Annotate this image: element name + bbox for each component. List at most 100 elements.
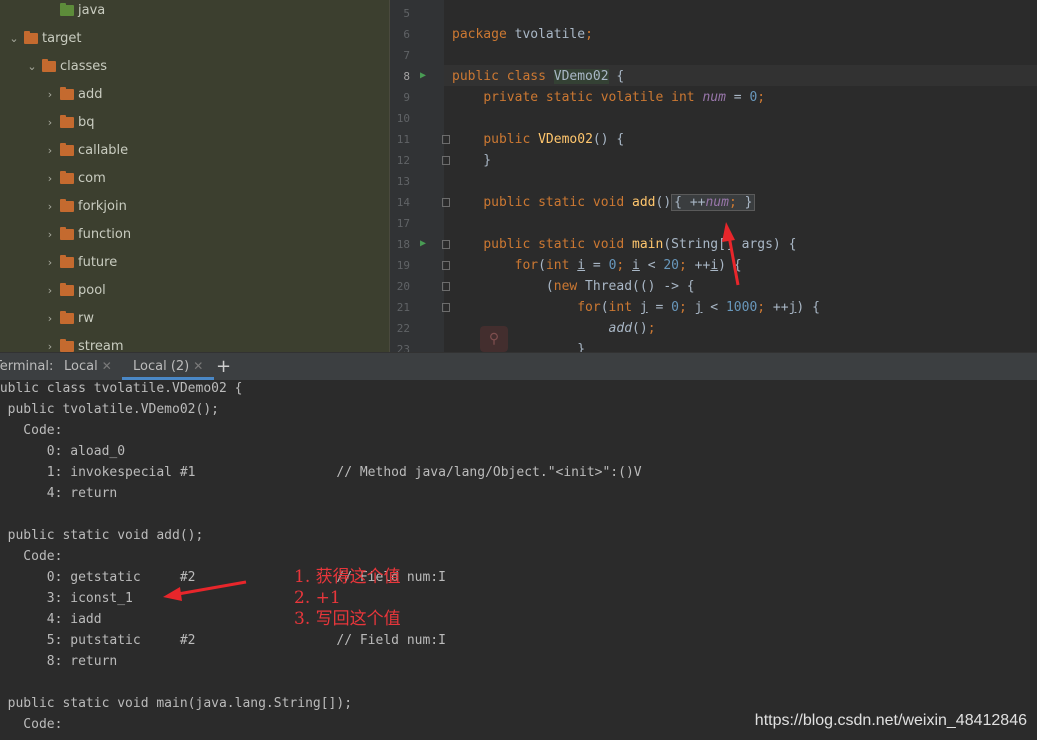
search-icon[interactable]: ⚲ [480,326,508,352]
tree-item-callable[interactable]: › callable [0,136,389,164]
line-number: 19 [396,259,410,272]
tab-local[interactable]: Local ✕ [64,353,112,380]
terminal-line: 5: putstatic #2 // Field num:I [0,633,446,648]
line-number: 23 [396,343,410,352]
tree-item-pool[interactable]: › pool [0,276,389,304]
chevron-right-icon[interactable]: › [44,228,56,241]
line-number: 6 [403,28,410,41]
close-icon[interactable]: ✕ [193,359,203,373]
close-icon[interactable]: ✕ [102,359,112,373]
code-line: package tvolatile; [452,27,593,42]
tree-item-label: callable [78,142,129,158]
folder-icon [60,310,74,324]
line-number: 20 [396,280,410,293]
code-line: } [452,342,586,352]
line-number: 18 [396,238,410,251]
add-tab-button[interactable]: + [216,353,231,380]
tree-item-label: stream [78,338,124,353]
chevron-down-icon[interactable]: ⌄ [8,32,20,45]
code-line: public static void main(String[] args) { [483,237,797,252]
tree-item-future[interactable]: › future [0,248,389,276]
code-line: } [452,153,492,168]
tree-item-forkjoin[interactable]: › forkjoin [0,192,389,220]
fold-icon[interactable] [442,282,450,291]
fold-icon[interactable] [442,135,450,144]
terminal-tab-bar: Terminal: Local✕ Local (2)✕ + [0,352,1037,381]
terminal-line: Code: [23,717,63,732]
tree-item-stream[interactable]: › stream [0,332,389,352]
chevron-right-icon[interactable]: › [44,88,56,101]
run-main-icon[interactable]: ▶ [420,238,426,249]
code-line: public static void add(){ ++num; } [452,192,756,213]
chevron-right-icon[interactable]: › [44,284,56,297]
line-number: 8 [403,70,410,83]
folder-icon [60,254,74,268]
tree-item-label: target [42,30,82,46]
fold-icon[interactable] [442,198,450,207]
tree-item-target[interactable]: ⌄ target [0,24,389,52]
tree-item-rw[interactable]: › rw [0,304,389,332]
chevron-right-icon[interactable]: › [44,200,56,213]
line-number: 21 [396,301,410,314]
tree-item-label: classes [60,58,108,74]
line-number: 17 [396,217,410,230]
tree-item-java[interactable]: java [0,0,389,24]
tree-item-bq[interactable]: › bq [0,108,389,136]
tree-item-label: add [78,86,103,102]
terminal-line: 3: iconst_1 [0,591,133,606]
code-editor[interactable]: 5 6 7 8 9 10 11 12 13 14 17 18 19 20 21 … [390,0,1037,352]
tree-item-com[interactable]: › com [0,164,389,192]
line-number: 7 [403,49,410,62]
terminal-line: 4: iadd [0,612,102,627]
folder-icon [60,86,74,100]
line-number: 11 [396,133,410,146]
chevron-right-icon[interactable]: › [44,144,56,157]
terminal-line: 0: aload_0 [0,444,126,459]
fold-icon[interactable] [442,240,450,249]
folder-icon [24,30,38,44]
fold-icon[interactable] [442,261,450,270]
code-line: private static volatile int num = 0; [483,90,766,105]
tree-item-add[interactable]: › add [0,80,389,108]
folder-icon [60,142,74,156]
line-number: 22 [396,322,410,335]
folder-icon [60,170,74,184]
terminal-line: 1: invokespecial #1 // Method java/lang/… [0,465,642,480]
code-line: for(int i = 0; i < 20; ++i) { [514,258,742,273]
tree-item-label: com [78,170,106,186]
line-number: 12 [396,154,410,167]
tree-item-classes[interactable]: ⌄ classes [0,52,389,80]
chevron-right-icon[interactable]: › [44,256,56,269]
code-line: (new Thread(() -> { [452,279,695,294]
fold-icon[interactable] [442,156,450,165]
tab-label: Local (2) [133,359,190,374]
terminal-line: Code: [23,423,63,438]
folder-icon [60,198,74,212]
chevron-right-icon[interactable]: › [44,116,56,129]
fold-icon[interactable] [442,303,450,312]
tree-item-label: java [78,2,106,18]
chevron-right-icon[interactable]: › [44,340,56,353]
run-class-icon[interactable]: ▶ [420,70,426,81]
tree-item-label: forkjoin [78,198,127,214]
terminal-line: public static void main(java.lang.String… [0,696,353,711]
code-line: public VDemo02() { [483,132,625,147]
chevron-down-icon[interactable]: ⌄ [26,60,38,73]
folder-icon [42,58,56,72]
terminal-label: Terminal: [0,359,54,374]
folder-icon [60,338,74,352]
tab-local-2[interactable]: Local (2) ✕ [122,353,215,380]
annotation-step-3: 3. 写回这个值 [294,609,401,629]
tree-item-label: function [78,226,132,242]
terminal-line: 4: return [0,486,118,501]
folder-icon [60,226,74,240]
terminal-line: Code: [23,549,63,564]
folder-icon [60,2,74,16]
line-number: 5 [403,7,410,20]
chevron-right-icon[interactable]: › [44,312,56,325]
chevron-right-icon[interactable]: › [44,172,56,185]
tree-item-label: pool [78,282,106,298]
tree-item-function[interactable]: › function [0,220,389,248]
terminal-output[interactable]: public class tvolatile.VDemo02 { public … [0,380,1037,740]
watermark: https://blog.csdn.net/weixin_48412846 [754,712,1027,729]
